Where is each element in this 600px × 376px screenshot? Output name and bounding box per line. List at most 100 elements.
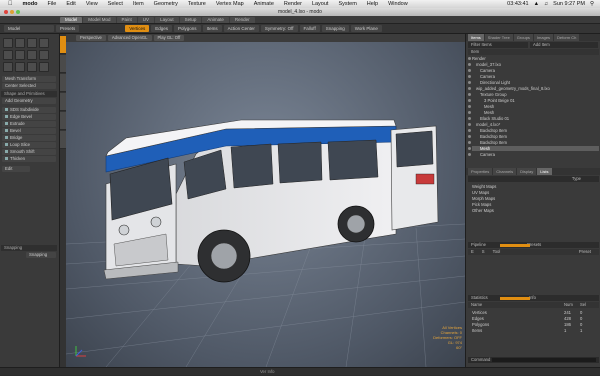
tab-render[interactable]: Render [229, 16, 255, 23]
edges-mode-button[interactable]: Edges [151, 25, 173, 32]
action-center-button[interactable]: Action Center [223, 25, 259, 32]
list-morph-maps[interactable]: Morph Maps [472, 196, 599, 201]
visibility-eye-icon[interactable] [468, 147, 471, 150]
tab-animate[interactable]: Animate [202, 16, 229, 23]
menu-item[interactable]: Item [128, 1, 149, 7]
menu-file[interactable]: File [42, 1, 61, 7]
vertices-mode-button[interactable]: Vertices [125, 25, 150, 32]
tool-loop-slice[interactable]: Loop Slice [2, 142, 56, 148]
pen-tool-icon[interactable] [3, 62, 13, 72]
stats-row[interactable]: Polygons 186 0 [472, 322, 599, 327]
move-tool-icon[interactable] [15, 38, 25, 48]
item-tree-row[interactable]: wip_added_geometry_mods_final_8.lxo [468, 86, 599, 91]
stats-row[interactable]: Vertices 241 0 [472, 310, 599, 315]
item-tree-row[interactable]: model_37.lxo [468, 62, 599, 67]
tab-channels[interactable]: Channels [493, 168, 517, 175]
tab-display[interactable]: Display [517, 168, 537, 175]
visibility-eye-icon[interactable] [468, 99, 471, 102]
minimize-window-icon[interactable] [10, 10, 14, 14]
visibility-eye-icon[interactable] [468, 141, 471, 144]
menu-select[interactable]: Select [103, 1, 128, 7]
volume-icon[interactable]: ♫ [544, 1, 548, 7]
apple-icon[interactable]:  [0, 1, 18, 7]
layout-dropdown[interactable]: Model [4, 25, 54, 32]
perspective-dropdown[interactable]: Perspective [76, 35, 106, 41]
menu-edit[interactable]: Edit [61, 1, 80, 7]
mesh-transform-dropdown[interactable]: Mesh Transform [2, 76, 56, 82]
item-tree-row[interactable]: Backdrop Item [468, 134, 599, 139]
wifi-icon[interactable]: ▲ [534, 1, 539, 7]
sphere-primitive-icon[interactable] [3, 50, 13, 60]
add-geometry-button[interactable]: Add Geometry [2, 98, 56, 104]
visibility-eye-icon[interactable] [468, 57, 471, 60]
symmetry-button[interactable]: Symmetry: Off [260, 25, 298, 32]
tab-properties[interactable]: Properties [468, 168, 493, 175]
item-tree-row[interactable]: Texture Group [468, 92, 599, 97]
visibility-eye-icon[interactable] [468, 129, 471, 132]
zoom-window-icon[interactable] [16, 10, 20, 14]
visibility-eye-icon[interactable] [468, 111, 471, 114]
play-gl-toggle[interactable]: Play GL: Off [153, 35, 185, 41]
plane-primitive-icon[interactable] [27, 62, 37, 72]
tool-extrude[interactable]: Extrude [2, 121, 56, 127]
tool-smooth-shift[interactable]: Smooth Shift [2, 149, 56, 155]
tab-items[interactable]: Items [468, 34, 484, 41]
tool-bevel[interactable]: Bevel [2, 128, 56, 134]
visibility-eye-icon[interactable] [468, 75, 471, 78]
menu-help[interactable]: Help [362, 1, 383, 7]
tool-thicken[interactable]: Thicken [2, 156, 56, 162]
menu-window[interactable]: Window [383, 1, 413, 7]
item-tree-row[interactable]: 3 Point Beige 01 [468, 98, 599, 103]
snapping-button[interactable]: Snapping [321, 25, 349, 32]
menu-view[interactable]: View [81, 1, 103, 7]
item-tree-row[interactable]: Camera [468, 74, 599, 79]
presets-button[interactable]: Presets [56, 25, 80, 32]
item-tree-row[interactable]: Backdrop Item [468, 128, 599, 133]
rotate-tool-icon[interactable] [27, 38, 37, 48]
tab-deform[interactable]: Deform Ch [554, 34, 580, 41]
item-tree-row[interactable]: Mesh [468, 146, 599, 151]
snapping-dropdown[interactable]: Snapping [26, 252, 56, 258]
tool-bridge[interactable]: Bridge [2, 135, 56, 141]
menu-vertex-map[interactable]: Vertex Map [211, 1, 249, 7]
shading-dropdown[interactable]: Advanced OpenGL [107, 35, 152, 41]
item-tree-row[interactable]: Mesh [468, 104, 599, 109]
menu-app[interactable]: modo [18, 1, 43, 7]
visibility-eye-icon[interactable] [468, 81, 471, 84]
tool-sds-subdivide[interactable]: SDS Subdivide [2, 107, 56, 113]
visibility-eye-icon[interactable] [468, 93, 471, 96]
torus-primitive-icon[interactable] [39, 62, 49, 72]
item-tree-row[interactable]: Camera [468, 68, 599, 73]
close-window-icon[interactable] [4, 10, 8, 14]
menu-system[interactable]: System [333, 1, 361, 7]
tab-uv[interactable]: UV [137, 16, 155, 23]
polygons-mode-button[interactable]: Polygons [174, 25, 201, 32]
cone-primitive-icon[interactable] [39, 50, 49, 60]
stats-row[interactable]: Items 1 1 [472, 328, 599, 333]
stats-row[interactable]: Edges 428 0 [472, 316, 599, 321]
menu-render[interactable]: Render [279, 1, 307, 7]
tab-model[interactable]: Model [60, 16, 83, 23]
visibility-eye-icon[interactable] [468, 69, 471, 72]
3d-viewport[interactable] [66, 34, 465, 367]
item-tree-row[interactable]: Black Studio 01 [468, 116, 599, 121]
filter-items-button[interactable]: Filter Items [468, 42, 528, 48]
list-other-maps[interactable]: Other Maps [472, 208, 599, 213]
tab-groups[interactable]: Groups [513, 34, 533, 41]
tab-paint[interactable]: Paint [116, 16, 137, 23]
tab-setup[interactable]: Setup [179, 16, 202, 23]
spotlight-icon[interactable]: ⚲ [590, 1, 594, 7]
tab-layout[interactable]: Layout [155, 16, 179, 23]
item-tree-row[interactable]: Directional Light [468, 80, 599, 85]
item-tree-row[interactable]: model_4.lxo* [468, 122, 599, 127]
select-tool-icon[interactable] [3, 38, 13, 48]
menu-animate[interactable]: Animate [249, 1, 279, 7]
cylinder-primitive-icon[interactable] [27, 50, 37, 60]
visibility-eye-icon[interactable] [468, 63, 471, 66]
tab-images[interactable]: Images [533, 34, 554, 41]
sketch-tool-icon[interactable] [15, 62, 25, 72]
falloff-button[interactable]: Falloff [299, 25, 320, 32]
menu-layout[interactable]: Layout [307, 1, 334, 7]
command-input[interactable] [492, 358, 596, 362]
visibility-eye-icon[interactable] [468, 123, 471, 126]
